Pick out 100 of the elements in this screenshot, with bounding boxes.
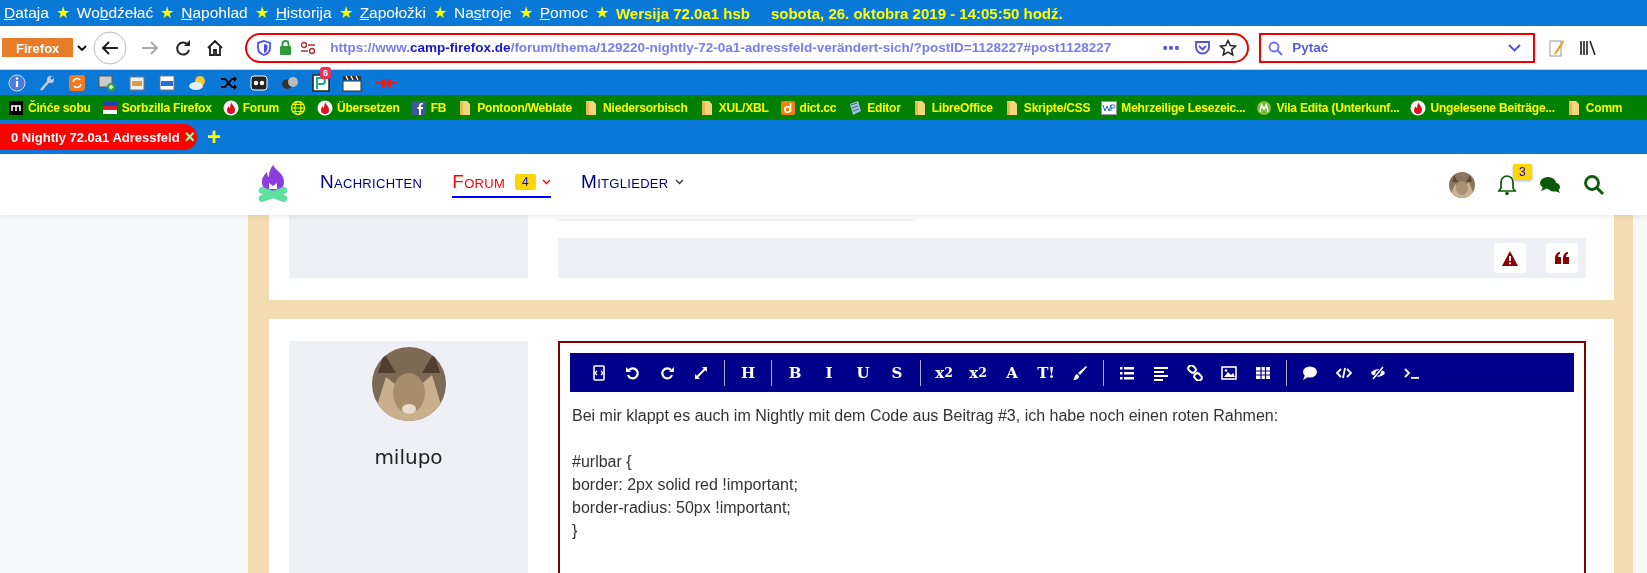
brush-icon[interactable] (1072, 364, 1088, 381)
quote-button[interactable] (1546, 243, 1578, 273)
logo-icon[interactable] (410, 99, 427, 116)
bookmark-link[interactable]: Ungelesene Beiträge... (1430, 100, 1555, 115)
separator-label: ★ (518, 4, 533, 22)
address-bar[interactable]: https://www.camp-firefox.de/forum/thema/129220-nightly-72-0a1-adressfeld-verändert-sich/?postID=1128227#post1128227 ••• (245, 32, 1250, 63)
flame-icon[interactable] (222, 99, 239, 116)
bookmark-link[interactable]: Übersetzen (337, 100, 400, 115)
author-name[interactable]: milupo (374, 445, 443, 469)
menu-item[interactable]: Dataja (4, 4, 49, 22)
format-button[interactable]: U (846, 363, 880, 382)
nav-link[interactable]: Forum 4 (452, 171, 552, 198)
flame-icon[interactable] (1410, 99, 1427, 116)
align-icon[interactable] (1153, 364, 1169, 381)
separator-label: ★ (432, 4, 447, 22)
flag-icon[interactable] (101, 99, 118, 116)
count-badge: 3 (1513, 163, 1532, 180)
search-icon (1268, 40, 1284, 56)
image-icon[interactable] (1221, 364, 1237, 381)
undo-icon[interactable] (625, 364, 641, 381)
bell-icon[interactable] (1497, 173, 1517, 196)
permissions-icon[interactable] (300, 40, 317, 55)
quote-icon (1555, 252, 1569, 264)
bookmark-link[interactable]: Skripte/CSS (1023, 100, 1091, 115)
expand-icon[interactable] (693, 364, 709, 381)
bookmark-link[interactable]: Vila Edita (Unterkunf... (1276, 100, 1400, 115)
library-icon[interactable] (1579, 39, 1598, 56)
format-button[interactable]: A (995, 363, 1029, 382)
text-line: border-radius: 50px !important; (572, 498, 792, 518)
format-button[interactable]: S (880, 363, 914, 382)
bookmark-link[interactable]: Forum (242, 100, 279, 115)
menu-item[interactable]: Historija (275, 4, 332, 22)
separator-label: ★ (594, 4, 609, 22)
mask-icon[interactable] (250, 73, 268, 92)
close-tab-button[interactable]: × (184, 128, 196, 146)
bookmark-link[interactable]: Editor (867, 100, 901, 115)
browser-tab[interactable]: 0 Nightly 72.0a1 Adressfeld × (0, 124, 197, 150)
redo-icon[interactable] (659, 364, 675, 381)
clapperboard-icon[interactable] (342, 73, 362, 92)
globe-icon[interactable] (290, 99, 306, 116)
bookmark-link[interactable]: XUL/XBL (718, 100, 769, 115)
menu-item[interactable]: Napohlad (181, 4, 248, 22)
source-icon[interactable] (591, 364, 607, 381)
menu-item[interactable]: Pomoc (539, 4, 588, 22)
shield-icon[interactable] (257, 39, 272, 56)
report-button[interactable] (1494, 243, 1526, 273)
bookmark-link[interactable]: Pontoon/Weblate (477, 100, 573, 115)
info-icon[interactable] (8, 73, 26, 92)
menu-item[interactable]: Nastroje (453, 4, 512, 22)
screenshot-icon[interactable] (98, 73, 116, 92)
search-icon[interactable] (1583, 173, 1605, 196)
menu-item[interactable]: Wobdźełać (76, 4, 154, 22)
format-button[interactable]: B (778, 363, 812, 382)
bookmark-link[interactable]: Niedersorbisch (603, 100, 688, 115)
bookmark-link[interactable]: LibreOffice (931, 100, 993, 115)
wrench-icon[interactable] (38, 73, 56, 92)
format-button[interactable]: T! (1029, 363, 1063, 382)
speech-bubble-icon[interactable] (1302, 364, 1318, 381)
home-icon[interactable] (206, 38, 225, 57)
bookmark-link[interactable]: Sorbzilla Firefox (121, 100, 212, 115)
notepad-icon[interactable] (847, 99, 864, 116)
shuffle-icon[interactable] (220, 73, 238, 92)
separator-label: ★ (55, 4, 70, 22)
back-icon[interactable] (93, 30, 128, 65)
page-actions-button[interactable]: ••• (1162, 39, 1181, 56)
bookmark-link[interactable]: Mehrzeilige Lesezeic... (1121, 100, 1246, 115)
format-button[interactable]: H (731, 363, 765, 382)
bookmark-link[interactable]: FB (430, 100, 447, 115)
sync-icon[interactable] (68, 73, 86, 92)
archive-icon[interactable] (128, 73, 146, 92)
bookmark-link[interactable]: Čińće sobu (28, 100, 91, 115)
flame-icon[interactable] (317, 99, 333, 116)
chat-bubbles-icon[interactable] (1539, 175, 1561, 194)
logo-icon[interactable] (8, 99, 24, 116)
notification-badge: 6 (320, 66, 331, 79)
link-icon[interactable] (1187, 364, 1203, 381)
lock-icon[interactable] (279, 40, 293, 55)
menu-item[interactable]: Zapołožki (359, 4, 426, 22)
url-text[interactable]: https://www.camp-firefox.de/forum/thema/129220-nightly-72-0a1-adressfeld-verändert-sich/?postID=1128227#post1128227 (330, 40, 1155, 55)
dropdown-caret-icon[interactable] (77, 43, 88, 52)
weather-icon[interactable] (188, 73, 208, 92)
search-field[interactable]: Pytać (1259, 32, 1536, 63)
stylesheet-icon[interactable] (158, 73, 176, 92)
count-badge: 4 (515, 174, 537, 190)
format-button[interactable]: I (812, 363, 846, 382)
bookmark-link[interactable]: dict.cc (799, 100, 837, 115)
table-icon[interactable] (1255, 364, 1271, 381)
pocket-icon[interactable] (1194, 39, 1212, 56)
app-menu-button[interactable]: Firefox (2, 38, 74, 57)
text-line: border: 2px solid red !important; (572, 475, 799, 495)
eye-slash-icon[interactable] (1370, 364, 1386, 381)
reload-icon[interactable] (174, 38, 193, 57)
nav-link[interactable]: Mitglieder (581, 171, 684, 198)
separator-label: ★ (254, 4, 269, 22)
new-tab-button[interactable]: + (207, 125, 221, 149)
dropdown-caret-icon[interactable] (1508, 43, 1522, 52)
star-icon[interactable] (1219, 38, 1238, 57)
nav-link[interactable]: Nachrichten (320, 171, 423, 198)
bookmark-link[interactable]: Comm (1585, 100, 1623, 115)
bullet-list-icon[interactable] (1119, 364, 1135, 381)
